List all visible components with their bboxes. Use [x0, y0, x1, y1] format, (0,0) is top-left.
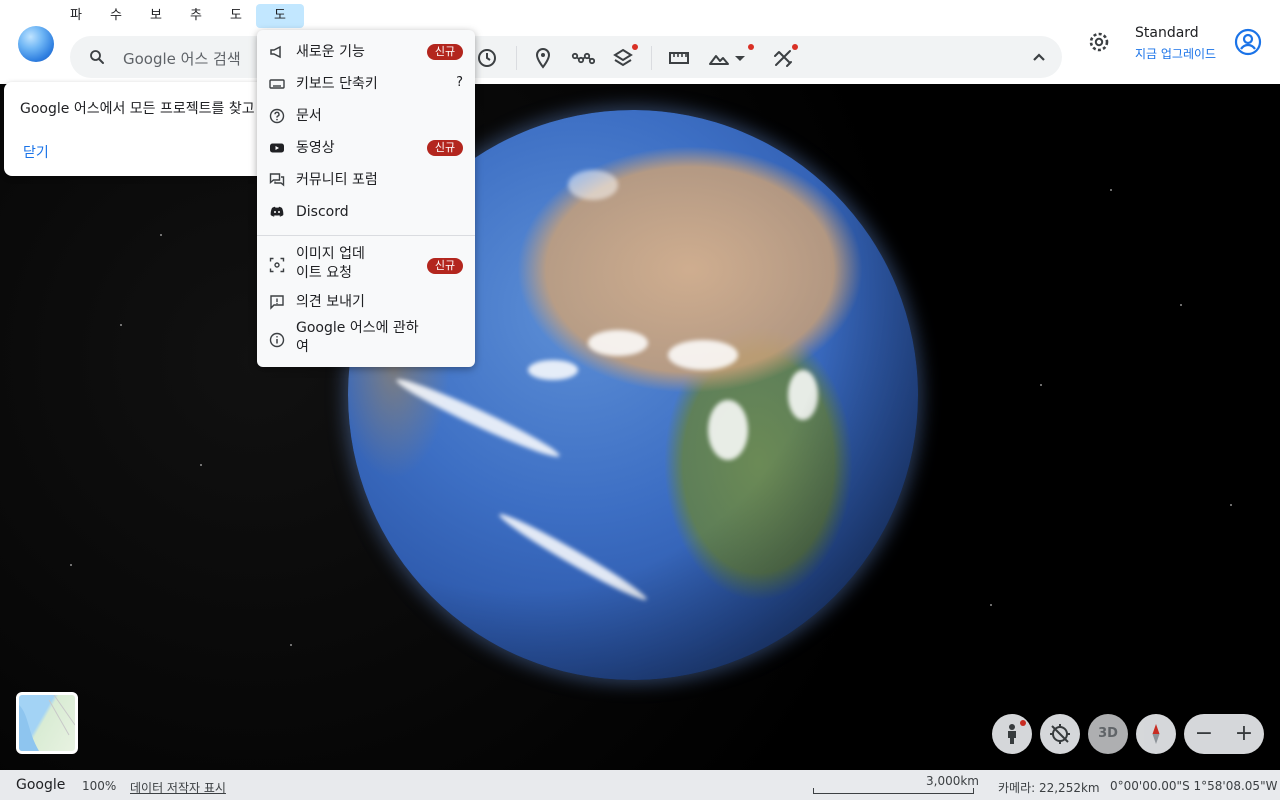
menu-edit[interactable]: 수 [96, 4, 136, 28]
3d-toggle-button[interactable]: 3D [1088, 714, 1128, 754]
google-earth-logo[interactable] [18, 26, 54, 62]
chevron-up-icon[interactable] [1027, 46, 1051, 70]
menu-bar: 파 수 보 추 도 도 [56, 4, 304, 28]
hint-close-button[interactable]: 닫기 [23, 142, 49, 162]
image-request-icon [269, 257, 285, 273]
pegman-icon [1008, 724, 1016, 744]
location-off-icon [1050, 724, 1070, 744]
minimap[interactable] [16, 692, 78, 754]
menu-file[interactable]: 파 [56, 4, 96, 28]
zoom-in-button[interactable]: + [1224, 714, 1264, 754]
menu-item-label: 의견 보내기 [296, 294, 365, 310]
megaphone-icon [270, 45, 281, 59]
scale-label: 3,000km [926, 774, 979, 788]
menu-item-videos[interactable]: 동영상 신규 [257, 134, 475, 162]
account-icon[interactable] [1234, 28, 1262, 56]
notification-dot [632, 44, 638, 50]
notification-dot [1020, 720, 1026, 726]
menu-item-about[interactable]: Google 어스에 관하 여 [257, 318, 475, 362]
toolbar-divider [516, 46, 517, 70]
keyboard-icon [269, 79, 285, 89]
new-badge: 신규 [427, 140, 463, 156]
menu-item-label: 커뮤니티 포럼 [296, 172, 378, 188]
star [290, 644, 292, 646]
notification-dot [792, 44, 798, 50]
menu-add[interactable]: 추 [176, 4, 216, 28]
forum-icon [269, 173, 285, 187]
compass-icon [1152, 724, 1160, 744]
path-icon[interactable] [571, 46, 596, 70]
top-bar: 파 수 보 추 도 도 Google 어스 검색 Standard 지금 업그레… [0, 0, 1280, 84]
projects-hint-card: Google 어스에서 모든 프로젝트를 찾고 관 닫기 [4, 82, 294, 176]
satellite-tools-icon[interactable] [771, 46, 795, 70]
menu-item-image-update-request[interactable]: 이미지 업데 이트 요청 신규 [257, 244, 475, 286]
menu-item-community-forum[interactable]: 커뮤니티 포럼 [257, 166, 475, 194]
star [160, 234, 162, 236]
info-icon [269, 332, 285, 348]
help-menu-dropdown: 새로운 기능 신규 키보드 단축키 ? 문서 동영상 신규 커뮤니티 포럼 Di… [257, 30, 475, 367]
menu-item-label: Google 어스에 관하 여 [296, 320, 419, 355]
star [1230, 504, 1232, 506]
shortcut-hint: ? [456, 75, 463, 90]
new-badge: 신규 [427, 44, 463, 60]
menu-help[interactable]: 도 [256, 4, 304, 28]
menu-item-label: 문서 [296, 108, 322, 124]
chevron-down-icon[interactable] [733, 46, 747, 70]
menu-divider [257, 235, 475, 236]
menu-item-keyboard-shortcuts[interactable]: 키보드 단축키 ? [257, 70, 475, 98]
pegman-button[interactable] [992, 714, 1032, 754]
star [120, 324, 122, 326]
youtube-icon [270, 143, 284, 153]
upgrade-link[interactable]: 지금 업그레이드 [1135, 45, 1216, 62]
ruler-icon[interactable] [667, 46, 691, 70]
menu-item-discord[interactable]: Discord [257, 198, 475, 226]
menu-view[interactable]: 보 [136, 4, 176, 28]
star [200, 464, 202, 466]
feedback-icon [270, 295, 284, 310]
coordinates: 0°00'00.00"S 1°58'08.05"W [1110, 779, 1278, 793]
menu-item-label: 이미지 업데 이트 요청 [296, 246, 365, 281]
zoom-level: 100% [82, 779, 117, 793]
menu-tools[interactable]: 도 [216, 4, 256, 28]
zoom-out-button[interactable]: − [1184, 714, 1224, 754]
google-wordmark: Google [16, 777, 66, 793]
new-badge: 신규 [427, 258, 463, 274]
scale-bar [813, 788, 974, 794]
hint-text: Google 어스에서 모든 프로젝트를 찾고 관 [20, 101, 272, 117]
search-input[interactable]: Google 어스 검색 [123, 48, 241, 69]
compass-button[interactable] [1136, 714, 1176, 754]
data-attribution-link[interactable]: 데이터 저작자 표시 [130, 779, 226, 796]
terrain-icon[interactable] [707, 46, 731, 70]
earth-viewport[interactable] [0, 84, 1280, 770]
history-icon[interactable] [475, 46, 499, 70]
notification-dot [748, 44, 754, 50]
star [70, 564, 72, 566]
star [1110, 189, 1112, 191]
zoom-controls: − + [1184, 714, 1264, 754]
menu-item-label: Discord [296, 204, 349, 220]
search-bar[interactable]: Google 어스 검색 [70, 36, 1062, 78]
star [1180, 304, 1182, 306]
menu-item-label: 동영상 [296, 140, 335, 156]
menu-item-whats-new[interactable]: 새로운 기능 신규 [257, 38, 475, 66]
gear-icon[interactable] [1087, 30, 1111, 54]
discord-icon [270, 206, 284, 217]
layers-icon[interactable] [611, 46, 635, 70]
star [990, 604, 992, 606]
plan-name: Standard [1135, 25, 1199, 41]
placemark-icon[interactable] [531, 46, 555, 70]
search-icon [90, 50, 104, 64]
star [1040, 384, 1042, 386]
minimap-map-icon [19, 695, 75, 751]
menu-item-label: 새로운 기능 [296, 44, 365, 60]
status-bar: Google 100% 데이터 저작자 표시 3,000km 카메라: 22,2… [0, 770, 1280, 800]
toolbar-divider [651, 46, 652, 70]
menu-item-label: 키보드 단축키 [296, 76, 378, 92]
help-circle-icon [269, 108, 285, 124]
menu-item-docs[interactable]: 문서 [257, 102, 475, 130]
menu-item-send-feedback[interactable]: 의견 보내기 [257, 288, 475, 316]
camera-altitude: 카메라: 22,252km [998, 781, 1100, 795]
my-location-button[interactable] [1040, 714, 1080, 754]
